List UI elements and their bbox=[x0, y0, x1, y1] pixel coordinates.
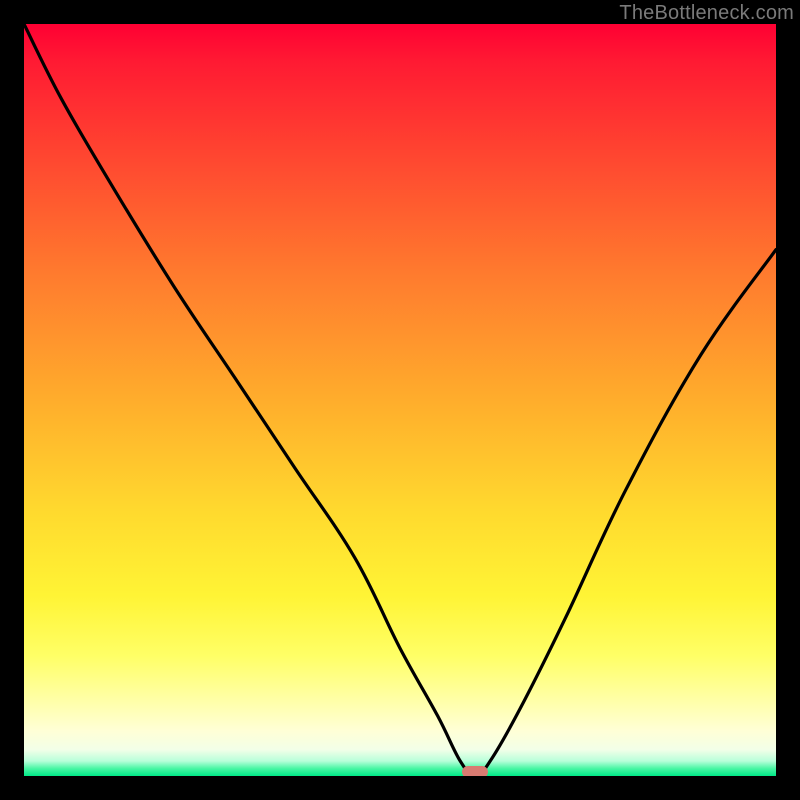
watermark-text: TheBottleneck.com bbox=[619, 2, 794, 25]
minimum-marker bbox=[462, 766, 488, 776]
bottleneck-chart: TheBottleneck.com bbox=[0, 0, 800, 800]
bottleneck-curve-path bbox=[24, 24, 776, 776]
curve-svg bbox=[24, 24, 776, 776]
plot-area bbox=[24, 24, 776, 776]
